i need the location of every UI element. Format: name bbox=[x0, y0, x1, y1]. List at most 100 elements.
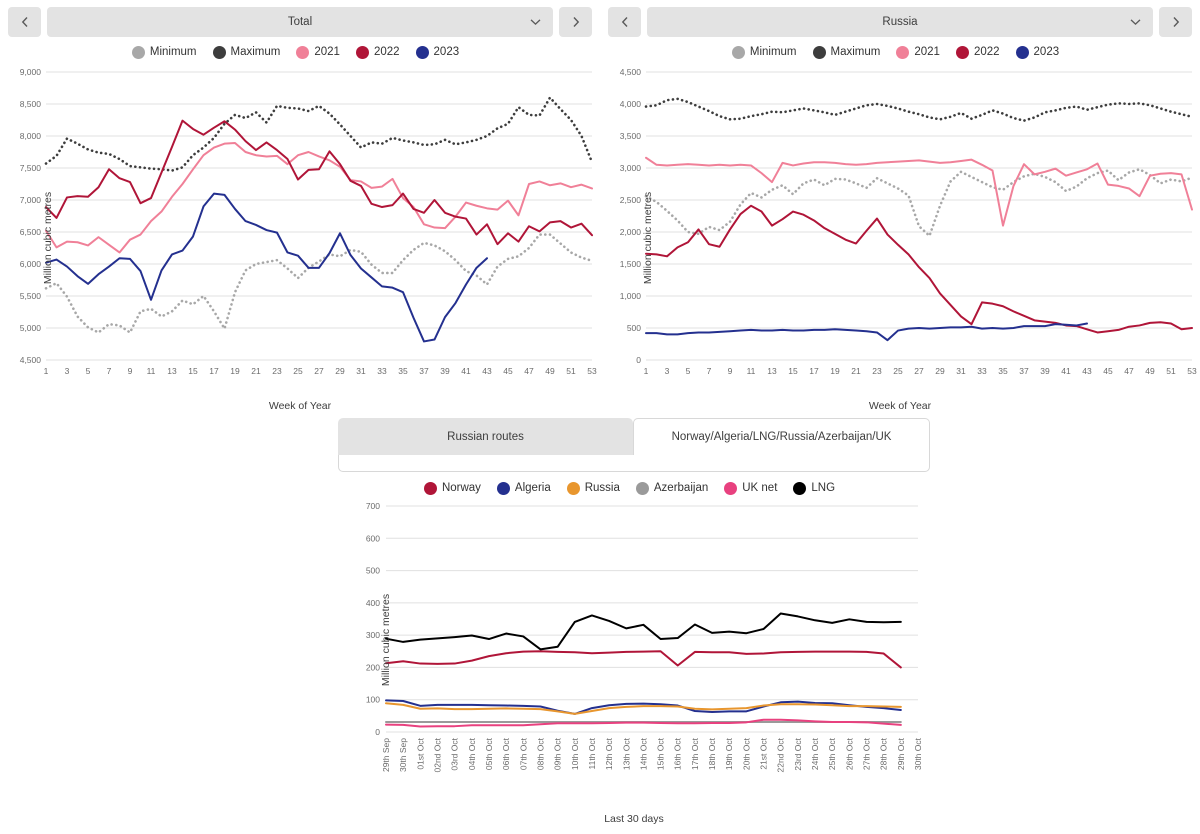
routes-legend-item[interactable]: UK net bbox=[724, 481, 778, 495]
chevron-right-icon bbox=[572, 16, 579, 27]
svg-text:7,000: 7,000 bbox=[20, 195, 42, 205]
total-legend-item[interactable]: Maximum bbox=[212, 45, 281, 59]
chart-routes: 0 100 200 300 400 500 600 700 29th Sep 30th Sep 01… bbox=[366, 501, 923, 773]
svg-text:09th Oct: 09th Oct bbox=[553, 737, 563, 770]
russia-legend-item[interactable]: 2023 bbox=[1015, 45, 1059, 59]
svg-text:3,500: 3,500 bbox=[620, 131, 642, 141]
svg-text:600: 600 bbox=[366, 533, 380, 543]
svg-text:47: 47 bbox=[1124, 366, 1134, 376]
svg-text:25th Oct: 25th Oct bbox=[827, 737, 837, 770]
svg-text:11th Oct: 11th Oct bbox=[587, 737, 597, 769]
legend-swatch-icon bbox=[212, 45, 226, 59]
svg-text:37: 37 bbox=[1019, 366, 1029, 376]
legend-label: 2022 bbox=[373, 46, 400, 58]
svg-text:16th Oct: 16th Oct bbox=[673, 737, 683, 770]
legend-label: Norway bbox=[441, 482, 481, 494]
next-button-total[interactable] bbox=[559, 6, 592, 37]
legend-label: Maximum bbox=[230, 46, 281, 58]
svg-text:15: 15 bbox=[788, 366, 798, 376]
svg-text:15th Oct: 15th Oct bbox=[656, 737, 666, 770]
russia-legend-item[interactable]: Maximum bbox=[812, 45, 880, 59]
svg-text:9: 9 bbox=[728, 366, 733, 376]
legend-swatch-icon bbox=[793, 481, 807, 495]
svg-text:9: 9 bbox=[128, 366, 133, 376]
series-dropdown-total-value: Total bbox=[287, 15, 313, 28]
svg-text:45: 45 bbox=[1103, 366, 1113, 376]
legend-label: UK net bbox=[742, 482, 778, 494]
svg-text:37: 37 bbox=[419, 366, 429, 376]
prev-button-russia[interactable] bbox=[608, 6, 641, 37]
total-legend-item[interactable]: Minimum bbox=[131, 45, 197, 59]
total-legend-item[interactable]: 2021 bbox=[296, 45, 340, 59]
svg-text:1,500: 1,500 bbox=[620, 259, 642, 269]
chevron-left-icon bbox=[21, 16, 28, 27]
svg-text:30th Sep: 30th Sep bbox=[398, 738, 408, 772]
tab-russian-routes[interactable]: Russian routes bbox=[338, 418, 633, 455]
svg-text:11: 11 bbox=[147, 366, 156, 376]
svg-text:35: 35 bbox=[398, 366, 408, 376]
svg-text:35: 35 bbox=[998, 366, 1008, 376]
legend-label: Algeria bbox=[514, 482, 551, 494]
legend-total: Minimum Maximum 2021 2022 2023 bbox=[0, 40, 600, 64]
prev-button-total[interactable] bbox=[8, 6, 41, 37]
routes-legend-item[interactable]: Norway bbox=[423, 481, 481, 495]
x-axis-label-total: Week of Year bbox=[268, 400, 332, 412]
svg-text:0: 0 bbox=[375, 727, 380, 737]
svg-text:7,500: 7,500 bbox=[20, 163, 42, 173]
svg-text:27: 27 bbox=[914, 366, 924, 376]
svg-text:31: 31 bbox=[356, 366, 366, 376]
routes-legend-item[interactable]: Russia bbox=[566, 481, 620, 495]
svg-text:1,000: 1,000 bbox=[620, 291, 642, 301]
svg-text:18th Oct: 18th Oct bbox=[707, 737, 717, 770]
svg-text:23: 23 bbox=[272, 366, 282, 376]
legend-label: 2022 bbox=[973, 46, 1000, 58]
svg-text:11: 11 bbox=[747, 366, 756, 376]
russia-legend-item[interactable]: 2022 bbox=[955, 45, 1000, 59]
panel-total: Total Minimum Maximum 2021 2022 2023 Million… bbox=[0, 0, 600, 415]
routes-legend-item[interactable]: Algeria bbox=[496, 481, 551, 495]
svg-text:500: 500 bbox=[366, 566, 380, 576]
svg-text:8,000: 8,000 bbox=[20, 131, 42, 141]
svg-text:07th Oct: 07th Oct bbox=[518, 737, 528, 770]
panel-routes: Russian routes Norway/Algeria/LNG/Russia… bbox=[338, 418, 930, 834]
y-axis-label-total: Million cubic metres bbox=[42, 191, 55, 285]
x-axis-label-routes: Last 30 days bbox=[604, 813, 664, 825]
svg-text:7: 7 bbox=[707, 366, 712, 376]
svg-text:33: 33 bbox=[377, 366, 387, 376]
chevron-down-icon bbox=[530, 18, 541, 25]
svg-text:53: 53 bbox=[1187, 366, 1197, 376]
legend-label: Minimum bbox=[149, 46, 197, 58]
legend-swatch-icon bbox=[812, 45, 826, 59]
routes-legend-item[interactable]: LNG bbox=[793, 481, 835, 495]
svg-text:3: 3 bbox=[665, 366, 670, 376]
legend-label: 2021 bbox=[914, 46, 940, 58]
svg-text:23rd Oct: 23rd Oct bbox=[793, 737, 803, 770]
tab-multi-source[interactable]: Norway/Algeria/LNG/Russia/Azerbaijan/UK bbox=[633, 418, 930, 455]
svg-text:19: 19 bbox=[230, 366, 240, 376]
svg-text:17th Oct: 17th Oct bbox=[690, 737, 700, 770]
russia-legend-item[interactable]: 2021 bbox=[896, 45, 940, 59]
legend-swatch-icon bbox=[1015, 45, 1029, 59]
svg-text:30th Oct: 30th Oct bbox=[913, 737, 923, 770]
svg-text:41: 41 bbox=[461, 366, 471, 376]
selector-bar-total: Total bbox=[0, 0, 600, 38]
series-dropdown-russia[interactable]: Russia bbox=[647, 6, 1153, 37]
svg-text:47: 47 bbox=[524, 366, 534, 376]
tab-multi-source-label: Norway/Algeria/LNG/Russia/Azerbaijan/UK bbox=[671, 431, 892, 443]
svg-text:8,500: 8,500 bbox=[20, 99, 42, 109]
series-dropdown-russia-value: Russia bbox=[882, 15, 918, 28]
total-legend-item[interactable]: 2023 bbox=[415, 45, 459, 59]
svg-text:39: 39 bbox=[1040, 366, 1050, 376]
russia-legend-item[interactable]: Minimum bbox=[731, 45, 797, 59]
routes-legend-item[interactable]: Azerbaijan bbox=[635, 481, 709, 495]
total-legend-item[interactable]: 2022 bbox=[355, 45, 400, 59]
series-dropdown-total[interactable]: Total bbox=[47, 6, 553, 37]
svg-text:13: 13 bbox=[767, 366, 777, 376]
legend-label: Azerbaijan bbox=[653, 482, 709, 494]
svg-text:19: 19 bbox=[830, 366, 840, 376]
svg-text:53: 53 bbox=[587, 366, 597, 376]
next-button-russia[interactable] bbox=[1159, 6, 1192, 37]
svg-text:13: 13 bbox=[167, 366, 177, 376]
y-axis-label-routes: Million cubic metres bbox=[380, 593, 393, 687]
tab-bar: Russian routes Norway/Algeria/LNG/Russia… bbox=[338, 418, 930, 455]
